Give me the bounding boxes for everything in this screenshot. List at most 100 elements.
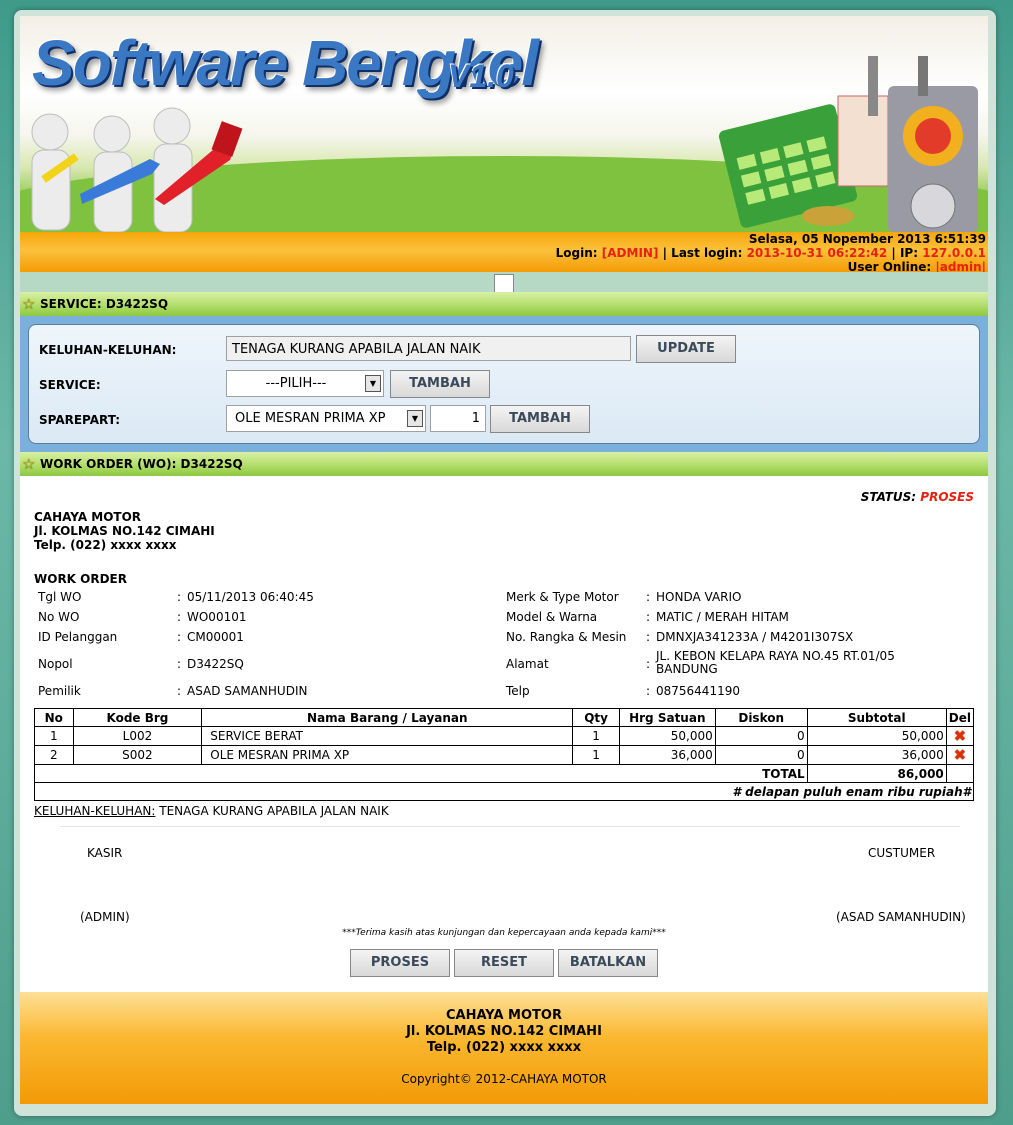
status-label: STATUS:	[860, 490, 917, 504]
status-line: STATUS: PROSES	[861, 490, 974, 504]
row-diskon: 0	[714, 726, 808, 746]
delete-icon[interactable]: ✖	[954, 746, 967, 764]
colon: :	[646, 590, 651, 604]
last-login-value: 2013-10-31 06:22:42	[746, 246, 888, 260]
col-del: Del	[945, 708, 975, 727]
col-subtotal: Subtotal	[806, 708, 947, 727]
update-button[interactable]: UPDATE	[636, 335, 736, 363]
menu-toggle-tab[interactable]	[494, 274, 514, 293]
ip-label: | IP:	[891, 246, 919, 260]
wo-keluhan: KELUHAN-KELUHAN: TENAGA KURANG APABILA J…	[34, 804, 389, 818]
company-name: CAHAYA MOTOR	[34, 510, 142, 524]
row-no: 1	[34, 726, 74, 746]
service-select-value: ---PILIH---	[265, 376, 327, 391]
row-kode: S002	[72, 745, 203, 765]
wo-keluhan-value: TENAGA KURANG APABILA JALAN NAIK	[159, 804, 389, 818]
items-table: No Kode Brg Nama Barang / Layanan Qty Hr…	[34, 708, 975, 801]
row-harga: 50,000	[618, 726, 716, 746]
id-pelanggan-value: CM00001	[187, 630, 244, 644]
app-content: Software Bengkel V1.0 Selasa, 05 Nopembe…	[20, 16, 988, 1104]
footer-company-name: CAHAYA MOTOR	[446, 1008, 562, 1023]
login-info: Login: [ADMIN] | Last login: 2013-10-31 …	[20, 246, 986, 260]
table-row: 2 S002 OLE MESRAN PRIMA XP 1 36,000 0 36…	[34, 745, 975, 765]
alamat-line-2: BANDUNG	[656, 662, 718, 676]
footer-company-block: CAHAYA MOTOR Jl. KOLMAS NO.142 CIMAHI Te…	[20, 992, 988, 1056]
merk-label: Merk & Type Motor	[506, 590, 619, 604]
total-label: TOTAL	[34, 764, 808, 783]
col-nama: Nama Barang / Layanan	[201, 708, 574, 727]
service-add-button[interactable]: TAMBAH	[390, 370, 490, 398]
footer-phone: Telp. (022) xxxx xxxx	[426, 1040, 582, 1055]
delete-icon[interactable]: ✖	[954, 727, 967, 745]
terbilang-row: # delapan puluh enam ribu rupiah#	[34, 782, 974, 801]
proses-button[interactable]: PROSES	[350, 949, 450, 977]
service-form: KELUHAN-KELUHAN: TENAGA KURANG APABILA J…	[28, 324, 980, 444]
login-user: [ADMIN]	[601, 246, 659, 260]
kasir-label: KASIR	[87, 846, 123, 860]
sparepart-label: SPAREPART:	[39, 413, 121, 427]
login-status-bar: Selasa, 05 Nopember 2013 6:51:39 Login: …	[20, 232, 988, 274]
nopol-label: Nopol	[38, 657, 73, 671]
delete-row-button[interactable]: ✖	[945, 726, 975, 746]
star-icon: ☆	[22, 295, 36, 313]
login-label: Login:	[555, 246, 598, 260]
col-harga: Hrg Satuan	[618, 708, 716, 727]
rangka-label: No. Rangka & Mesin	[506, 630, 627, 644]
model-label: Model & Warna	[506, 610, 598, 624]
delete-row-button[interactable]: ✖	[945, 745, 975, 765]
parts-illustration	[718, 56, 978, 232]
colon: :	[177, 630, 182, 644]
colon: :	[177, 657, 182, 671]
header-banner: Software Bengkel V1.0	[20, 16, 988, 232]
row-diskon: 0	[714, 745, 808, 765]
footer: CAHAYA MOTOR Jl. KOLMAS NO.142 CIMAHI Te…	[20, 992, 988, 1104]
colon: :	[646, 630, 651, 644]
keluhan-input[interactable]: TENAGA KURANG APABILA JALAN NAIK	[226, 336, 631, 361]
nopol-value: D3422SQ	[187, 657, 244, 671]
model-value: MATIC / MERAH HITAM	[656, 610, 789, 624]
row-qty: 1	[572, 745, 620, 765]
col-kode: Kode Brg	[72, 708, 203, 727]
alamat-value: JL. KEBON KELAPA RAYA NO.45 RT.01/05 BAN…	[656, 650, 895, 676]
logo-version: V1.0	[448, 58, 514, 94]
footer-copyright: Copyright© 2012-CAHAYA MOTOR	[401, 1072, 607, 1086]
divider	[60, 826, 960, 827]
customer-label: CUSTUMER	[868, 846, 936, 860]
reset-button[interactable]: RESET	[454, 949, 554, 977]
pemilik-value: ASAD SAMANHUDIN	[187, 684, 308, 698]
total-empty	[945, 764, 975, 783]
service-select[interactable]: ---PILIH--- ▼	[226, 370, 384, 397]
kasir-name: (ADMIN)	[80, 910, 130, 924]
work-order-heading: WORK ORDER	[34, 572, 127, 586]
row-kode: L002	[72, 726, 203, 746]
thanks-note: ***Terima kasih atas kunjungan dan keper…	[342, 928, 666, 938]
alamat-label: Alamat	[506, 657, 549, 671]
sparepart-qty-input[interactable]: 1	[430, 405, 486, 432]
sparepart-select-value: OLE MESRAN PRIMA XP	[235, 411, 386, 426]
sparepart-select[interactable]: OLE MESRAN PRIMA XP ▼	[226, 405, 426, 432]
col-no: No	[34, 708, 74, 727]
wo-tgl-value: 05/11/2013 06:40:45	[187, 590, 314, 604]
colon: :	[177, 610, 182, 624]
wo-tgl-label: Tgl WO	[38, 590, 82, 604]
batalkan-button[interactable]: BATALKAN	[558, 949, 658, 977]
table-row: 1 L002 SERVICE BERAT 1 50,000 0 50,000 ✖	[34, 726, 975, 746]
wo-no-label: No WO	[38, 610, 80, 624]
rangka-value: DMNXJA341233A / M4201I307SX	[656, 630, 854, 644]
app-frame: Software Bengkel V1.0 Selasa, 05 Nopembe…	[14, 10, 996, 1116]
row-qty: 1	[572, 726, 620, 746]
colon: :	[177, 684, 182, 698]
row-nama: OLE MESRAN PRIMA XP	[201, 745, 574, 765]
company-phone: Telp. (022) xxxx xxxx	[34, 538, 177, 552]
sparepart-add-button[interactable]: TAMBAH	[490, 405, 590, 433]
colon: :	[177, 590, 182, 604]
merk-value: HONDA VARIO	[656, 590, 742, 604]
chevron-down-icon[interactable]: ▼	[407, 410, 423, 427]
telp-label: Telp	[506, 684, 530, 698]
workers-illustration	[31, 107, 243, 232]
service-label: SERVICE:	[39, 378, 101, 392]
row-subtotal: 50,000	[806, 726, 947, 746]
id-pelanggan-label: ID Pelanggan	[38, 630, 118, 644]
terbilang-text: # delapan puluh enam ribu rupiah#	[34, 782, 974, 801]
chevron-down-icon[interactable]: ▼	[365, 375, 381, 392]
